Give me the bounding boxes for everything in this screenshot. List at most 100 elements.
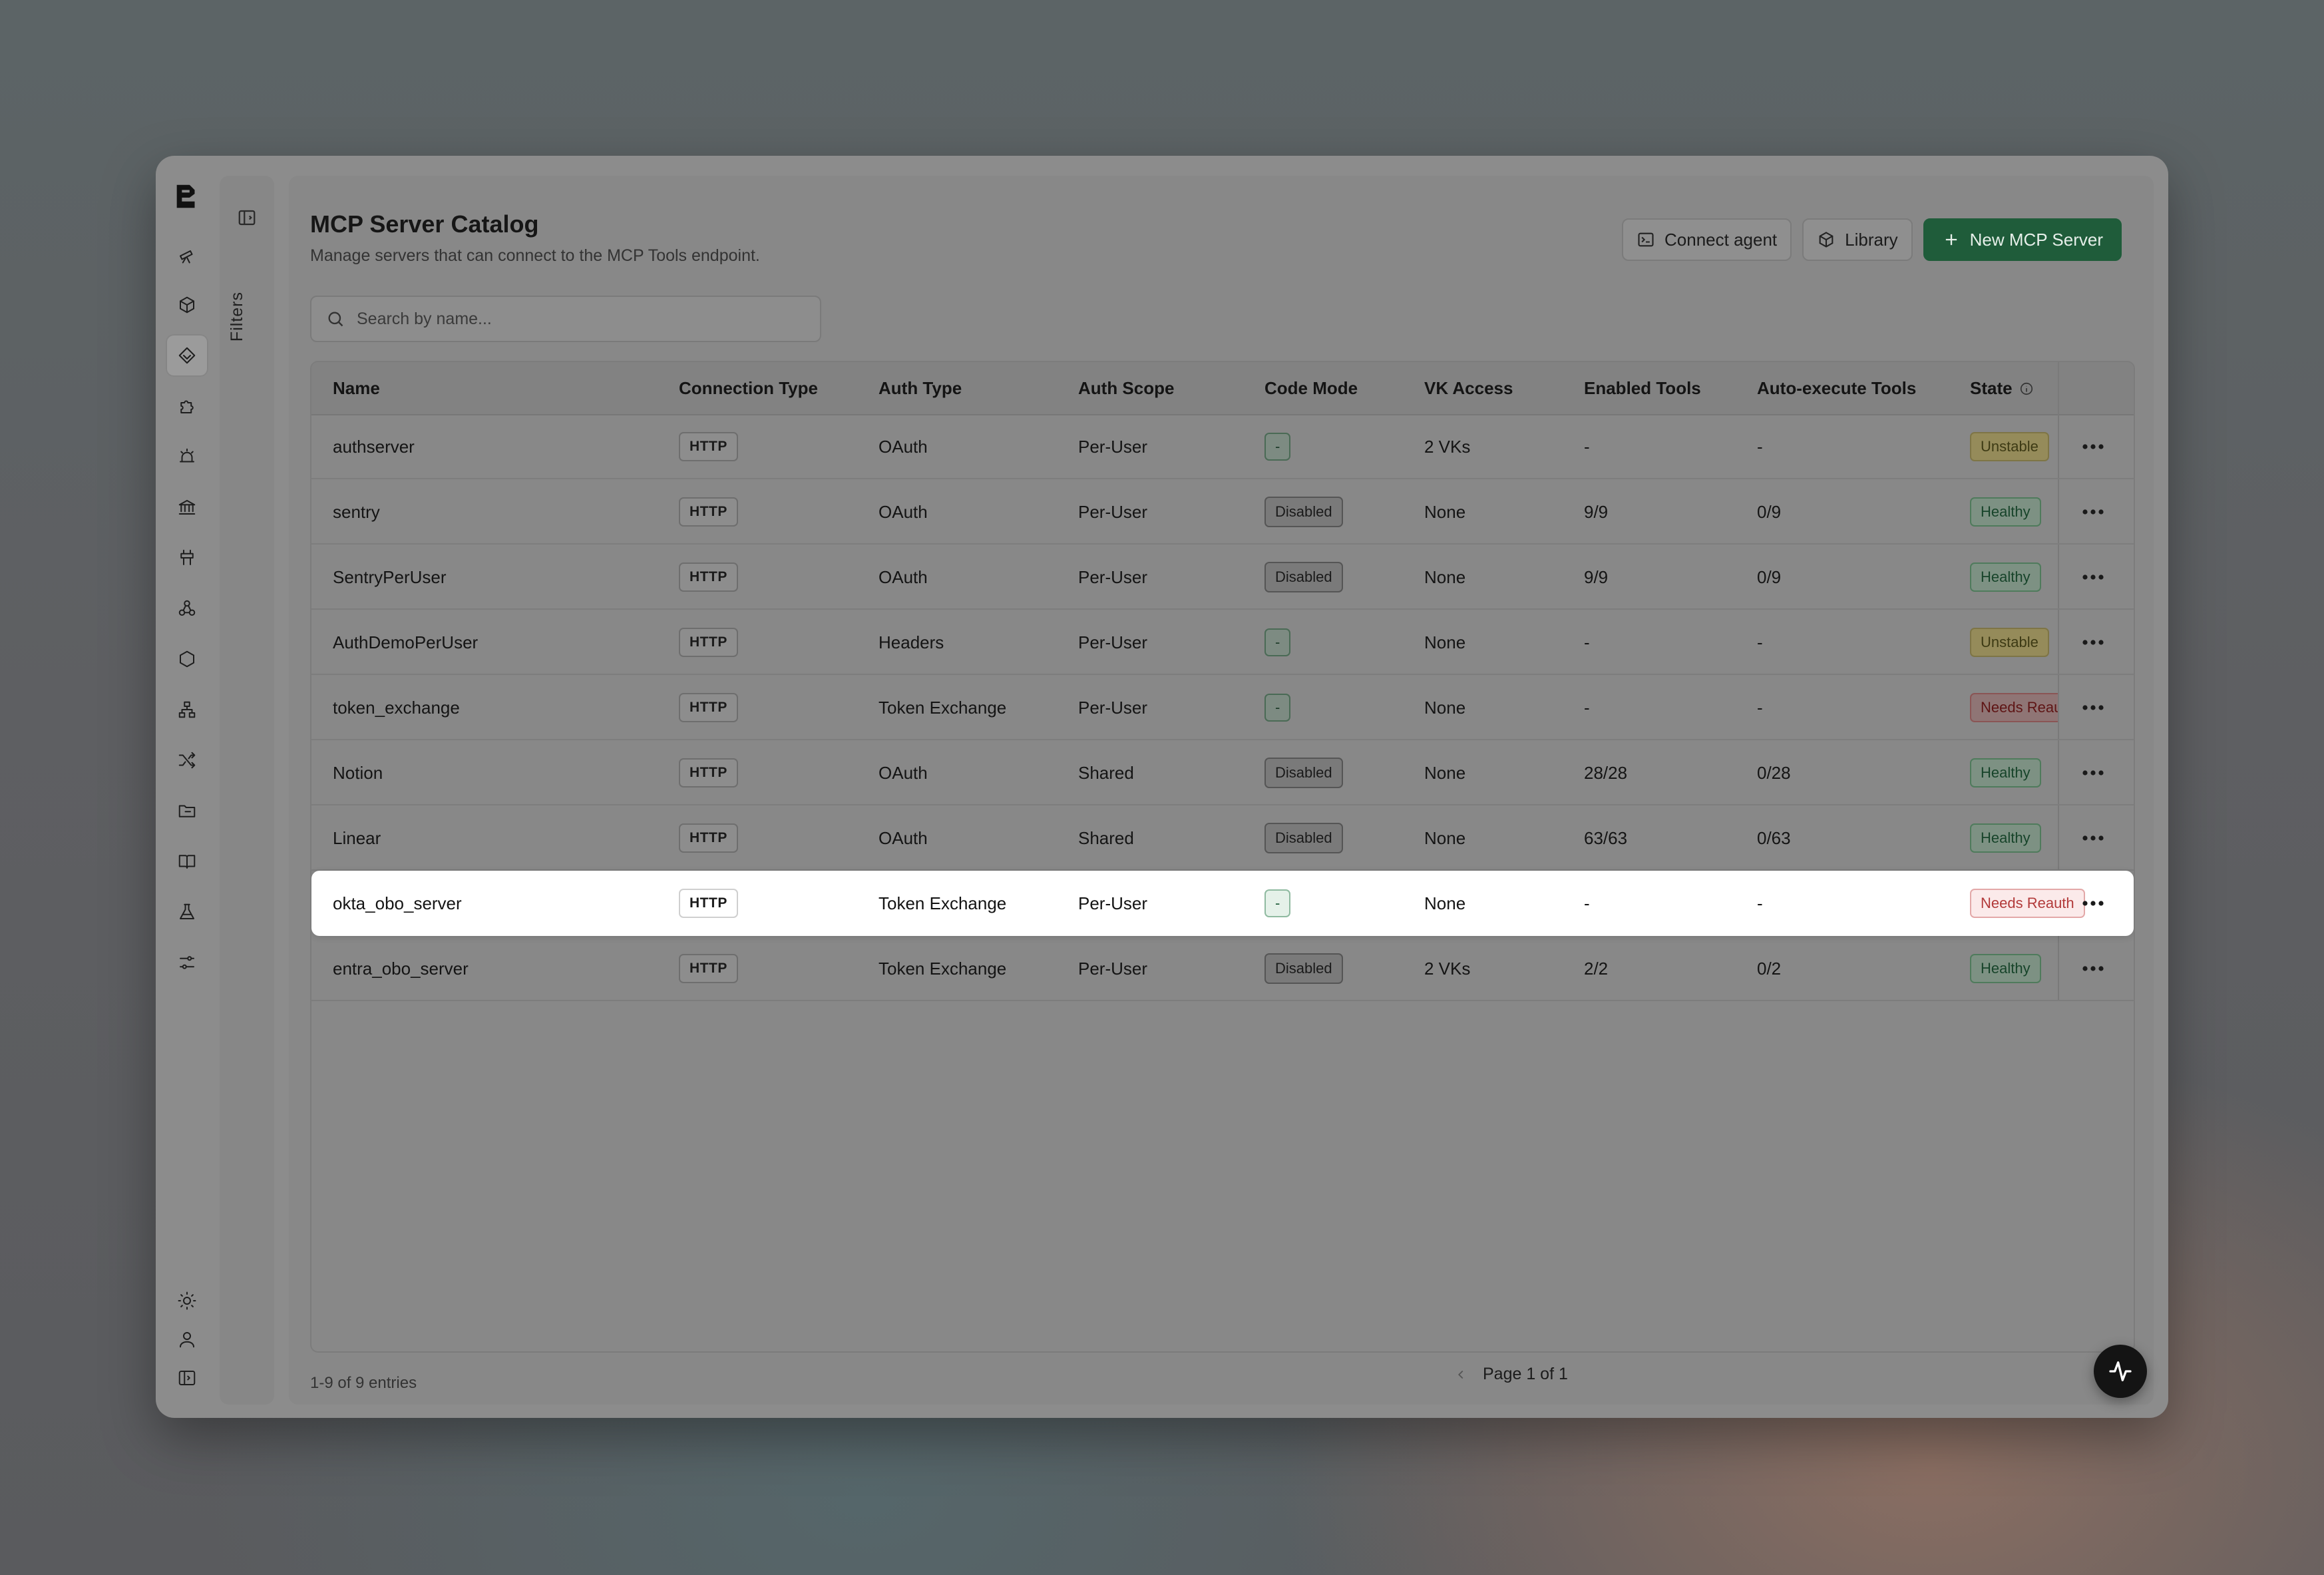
rail-button-sidebar[interactable] [166, 1365, 208, 1391]
rail-button-layers[interactable] [166, 334, 208, 377]
table-row[interactable]: authserver HTTP OAuth Per-User - 2 VKs - - Unsta… [311, 414, 2134, 479]
auth-scope-cell: Per-User [1078, 958, 1148, 979]
row-actions-button[interactable] [2082, 871, 2104, 936]
rail-button-telescope[interactable] [166, 233, 208, 276]
code-mode-badge: Disabled [1264, 953, 1343, 984]
column-header-code-mode[interactable]: Code Mode [1264, 378, 1358, 399]
chevron-left-icon[interactable] [1453, 1367, 1468, 1382]
row-actions-button[interactable] [2082, 414, 2104, 479]
vk-access-cell: 2 VKs [1424, 958, 1471, 979]
column-header-auto-execute-tools[interactable]: Auto-execute Tools [1757, 378, 1916, 399]
connect-agent-label: Connect agent [1664, 229, 1778, 250]
row-actions-button[interactable] [2082, 740, 2104, 805]
rail-button-sliders[interactable] [166, 941, 208, 984]
search-input[interactable] [355, 308, 784, 330]
table-row[interactable]: token_exchange HTTP Token Exchange Per-User… [311, 675, 2134, 740]
connection-type-cell: HTTP [679, 936, 738, 1001]
column-header-vk-access[interactable]: VK Access [1424, 378, 1513, 399]
row-actions-button[interactable] [2082, 610, 2104, 675]
status-badge: Unstable [1970, 432, 2049, 461]
server-name[interactable]: Linear [333, 805, 381, 871]
servers-table: Name Connection Type Auth Type Auth Scop… [310, 361, 2135, 1353]
rail-button-user[interactable] [166, 1326, 208, 1353]
activity-fab[interactable] [2094, 1345, 2147, 1398]
rail-button-flask[interactable] [166, 891, 208, 933]
rail-button-alarm[interactable] [166, 435, 208, 478]
row-actions-button[interactable] [2082, 675, 2104, 740]
server-name[interactable]: okta_obo_server [333, 871, 462, 936]
server-name[interactable]: token_exchange [333, 675, 460, 740]
auth-scope-cell: Per-User [1078, 893, 1148, 913]
enabled-tools-cell: 28/28 [1584, 762, 1628, 783]
state-header-label: State [1970, 378, 2013, 398]
code-mode-cell: - [1264, 871, 1291, 936]
table-row[interactable]: SentryPerUser HTTP OAuth Per-User Disabled No… [311, 545, 2134, 610]
table-row[interactable]: okta_obo_server HTTP Token Exchange Per-Use… [311, 871, 2134, 936]
filters-panel: Filters [220, 176, 274, 1405]
row-actions-button[interactable] [2082, 479, 2104, 545]
column-header-auth-scope[interactable]: Auth Scope [1078, 378, 1174, 399]
main-panel: MCP Server Catalog Manage servers that c… [289, 176, 2154, 1405]
enabled-tools-cell: - [1584, 697, 1590, 718]
status-badge: Unstable [1970, 628, 2049, 657]
column-header-name[interactable]: Name [333, 378, 380, 399]
rail-button-folder[interactable] [166, 789, 208, 832]
row-actions-button[interactable] [2082, 545, 2104, 610]
auth-type-cell: Token Exchange [878, 958, 1007, 979]
column-header-connection-type[interactable]: Connection Type [679, 378, 818, 399]
page-indicator: Page 1 of 1 [1483, 1365, 1568, 1383]
table-row[interactable]: Linear HTTP OAuth Shared Disabled None 63/63 0/… [311, 805, 2134, 871]
auto-execute-tools-cell: - [1757, 697, 1763, 718]
new-mcp-server-button[interactable]: New MCP Server [1923, 218, 2122, 261]
auto-execute-tools-cell: 0/2 [1757, 958, 1782, 979]
server-name[interactable]: Notion [333, 740, 383, 805]
code-mode-badge: Disabled [1264, 758, 1343, 788]
code-mode-cell: - [1264, 414, 1291, 479]
server-name[interactable]: AuthDemoPerUser [333, 610, 478, 675]
server-name[interactable]: sentry [333, 479, 380, 545]
library-button[interactable]: Library [1802, 218, 1913, 261]
connection-type-cell: HTTP [679, 740, 738, 805]
column-header-auth-type[interactable]: Auth Type [878, 378, 962, 399]
shuffle-icon [178, 752, 196, 769]
rail-button-webhook[interactable] [166, 587, 208, 630]
rail-button-box[interactable] [166, 284, 208, 326]
column-header-enabled-tools[interactable]: Enabled Tools [1584, 378, 1701, 399]
row-actions-button[interactable] [2082, 936, 2104, 1001]
connection-type-badge: HTTP [679, 628, 738, 657]
table-row[interactable]: entra_obo_server HTTP Token Exchange Per-Us… [311, 936, 2134, 1001]
server-name[interactable]: authserver [333, 414, 415, 479]
rail-button-road-sign[interactable] [166, 537, 208, 579]
sidebar-icon [178, 1371, 196, 1385]
connect-agent-button[interactable]: Connect agent [1622, 218, 1792, 261]
rail-button-hexagon[interactable] [166, 638, 208, 680]
icon-rail [156, 156, 218, 1418]
rail-button-bank[interactable] [166, 486, 208, 529]
connection-type-badge: HTTP [679, 758, 738, 788]
server-name[interactable]: entra_obo_server [333, 936, 469, 1001]
rail-button-book[interactable] [166, 840, 208, 883]
code-mode-badge: - [1264, 628, 1291, 656]
table-row[interactable]: AuthDemoPerUser HTTP Headers Per-User - None -… [311, 610, 2134, 675]
table-row[interactable]: sentry HTTP OAuth Per-User Disabled None 9/9 0/… [311, 479, 2134, 545]
code-mode-badge: Disabled [1264, 562, 1343, 592]
row-actions-button[interactable] [2082, 805, 2104, 871]
more-horizontal-icon [2082, 901, 2104, 906]
server-name[interactable]: SentryPerUser [333, 545, 447, 610]
logo-icon[interactable] [172, 181, 202, 212]
rail-button-shuffle[interactable] [166, 739, 208, 782]
sun-icon [178, 1291, 196, 1310]
rail-button-puzzle[interactable] [166, 385, 208, 427]
table-row[interactable]: Notion HTTP OAuth Shared Disabled None 28/28 0/… [311, 740, 2134, 805]
code-mode-badge: Disabled [1264, 823, 1343, 853]
info-icon[interactable] [2019, 381, 2034, 396]
vk-access-cell: None [1424, 632, 1466, 652]
rail-button-sun[interactable] [166, 1287, 208, 1314]
filters-label[interactable]: Filters [228, 292, 247, 341]
panel-toggle-icon[interactable] [237, 208, 257, 228]
pagination: Page 1 of 1 [1453, 1365, 1568, 1384]
terminal-icon [1638, 232, 1654, 247]
column-header-state[interactable]: State [1970, 378, 2034, 399]
auto-execute-tools-cell: - [1757, 893, 1763, 913]
rail-button-network[interactable] [166, 688, 208, 731]
